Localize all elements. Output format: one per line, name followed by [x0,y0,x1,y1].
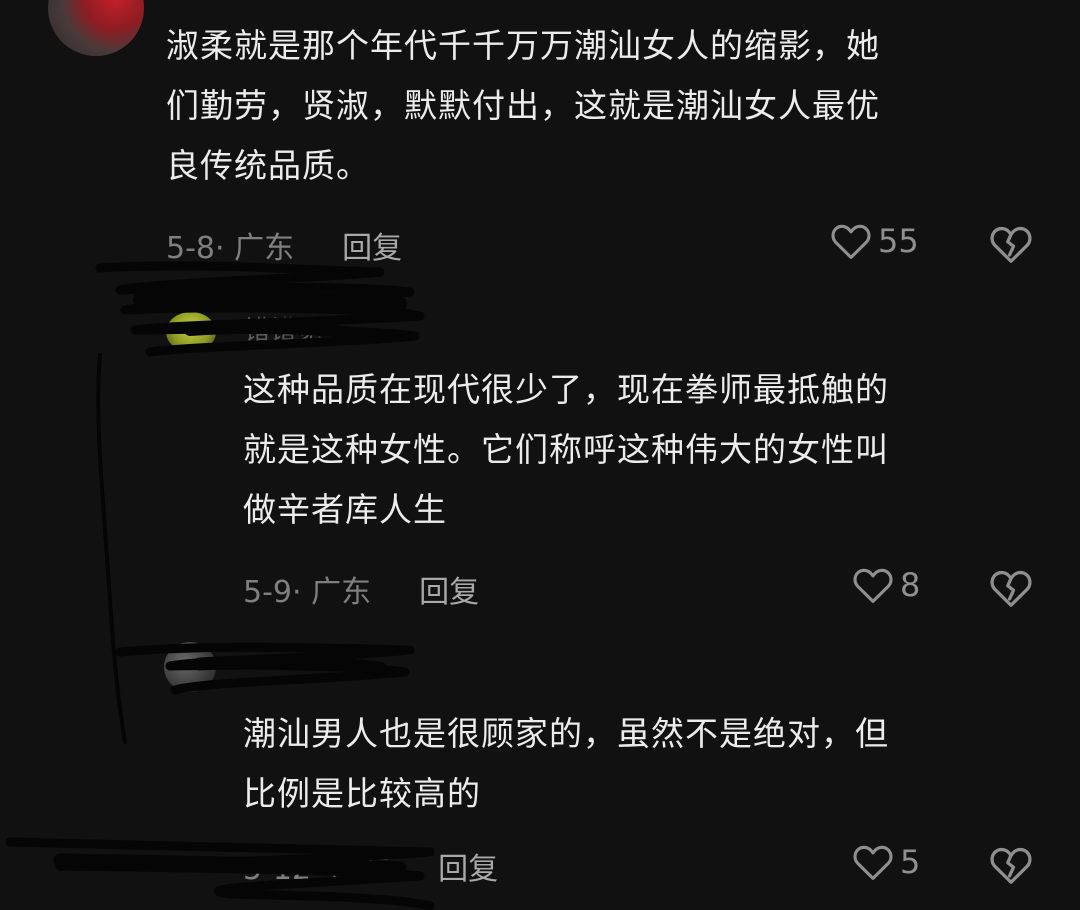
avatar[interactable] [164,642,216,692]
like-button[interactable]: 5 [852,843,920,881]
comment-meta: 5-9· 广东 回复 [243,567,479,611]
date-location: 5-8· 广东 [166,231,295,266]
broken-heart-icon[interactable] [989,224,1033,264]
heart-outline-icon [853,568,893,603]
comment-line: 们勤劳，贤淑，默默付出，这就是潮汕女人最优 [166,86,880,125]
username[interactable]: 错错觉 [244,310,322,347]
reply-button[interactable]: 回复 [438,844,498,888]
comment-line: 潮汕男人也是很顾家的，虽然不是绝对，但 [243,714,889,753]
date-location: 5-9· 广东 [243,575,372,610]
comment-meta: 5-8· 广东 回复 [166,223,402,267]
comment-text: 这种品质在现代很少了，现在拳师最抵触的 就是这种女性。它们称呼这种伟大的女性叫 … [243,360,1043,540]
comment-line: 这种品质在现代很少了，现在拳师最抵触的 [243,370,889,409]
date-location: 5-12· 广东 [243,852,391,887]
comment-line: 做辛者库人生 [243,490,447,529]
heart-outline-icon [831,224,871,259]
like-button[interactable]: 55 [830,222,919,260]
comment-meta: 5-12· 广东 回复 [243,844,498,888]
comment-line: 淑柔就是那个年代千千万万潮汕女人的缩影，她 [166,26,880,65]
like-count: 55 [878,222,919,260]
broken-heart-icon[interactable] [989,845,1033,885]
comment-text: 潮汕男人也是很顾家的，虽然不是绝对，但 比例是比较高的 [243,704,1043,824]
broken-heart-icon[interactable] [989,568,1033,608]
reply-button[interactable]: 回复 [342,223,402,267]
like-count: 8 [900,566,921,604]
reply-button[interactable]: 回复 [419,567,479,611]
comment-line: 就是这种女性。它们称呼这种伟大的女性叫 [243,430,889,469]
heart-outline-icon [853,845,893,880]
comment-line: 良传统品质。 [166,146,370,185]
comment-line: 比例是比较高的 [243,774,481,813]
like-button[interactable]: 8 [852,566,920,604]
comment-text: 淑柔就是那个年代千千万万潮汕女人的缩影，她 们勤劳，贤淑，默默付出，这就是潮汕女… [166,16,1046,196]
avatar[interactable] [166,312,216,352]
like-count: 5 [900,843,921,881]
avatar[interactable] [48,0,144,56]
